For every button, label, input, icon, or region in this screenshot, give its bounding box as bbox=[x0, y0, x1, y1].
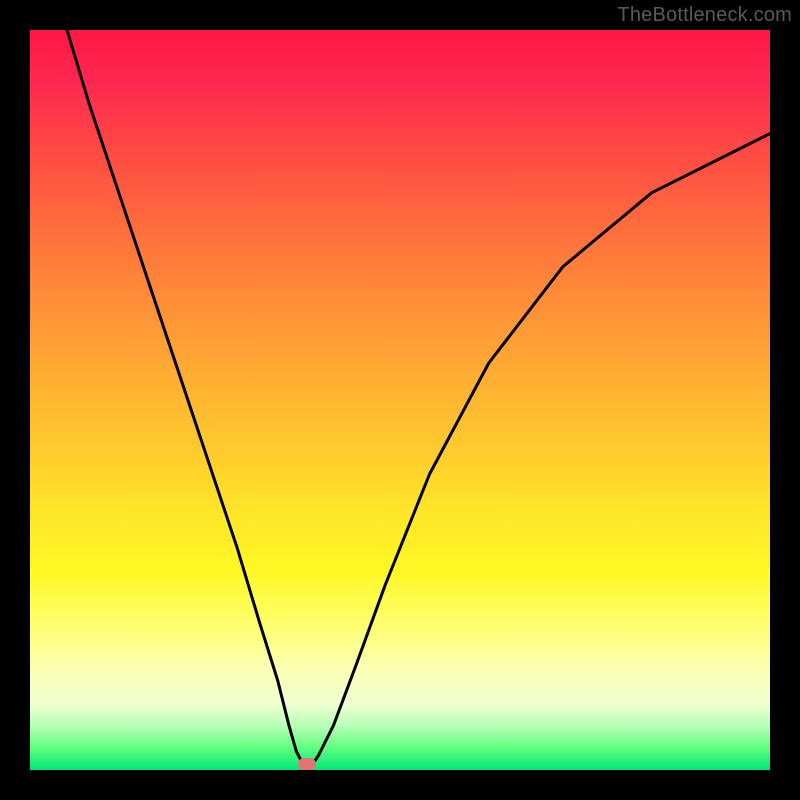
bottleneck-curve bbox=[67, 30, 770, 770]
minimum-marker bbox=[298, 758, 316, 770]
watermark-text: TheBottleneck.com bbox=[617, 4, 792, 27]
chart-plot-area bbox=[30, 30, 770, 770]
curve-svg bbox=[30, 30, 770, 770]
